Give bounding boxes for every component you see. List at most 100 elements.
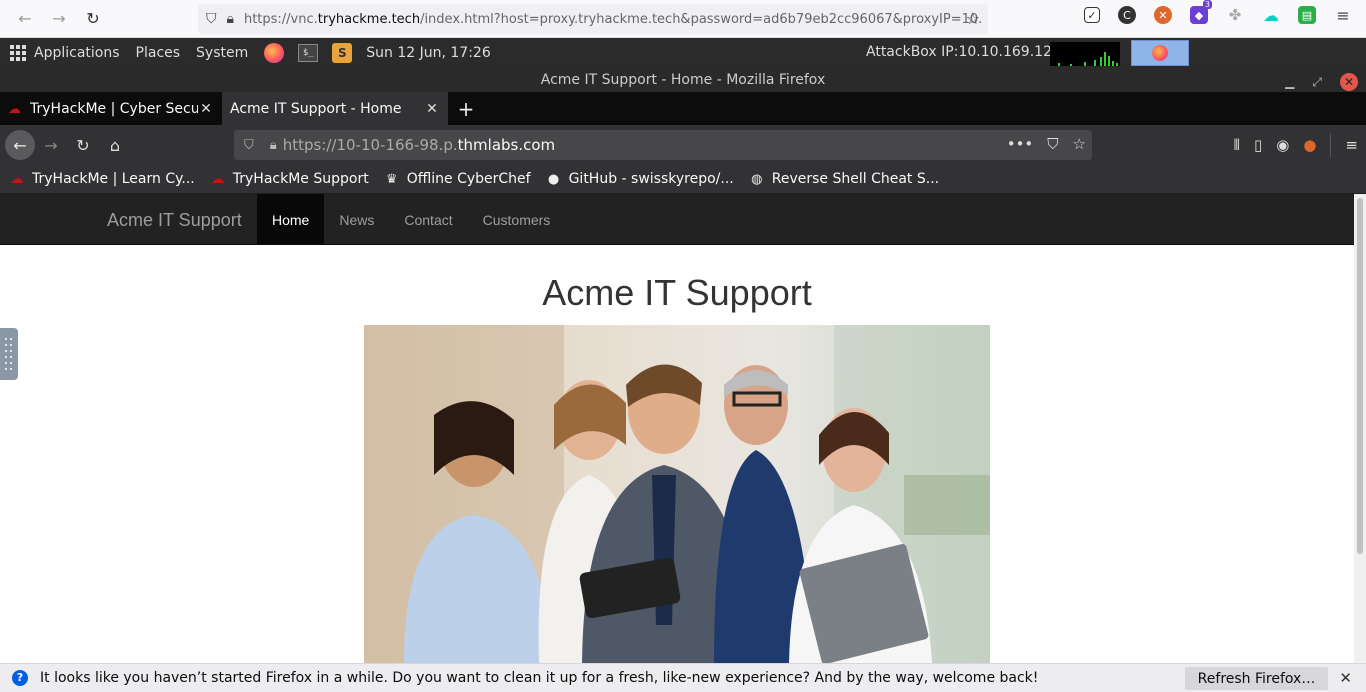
globe-icon: ◍ <box>751 171 763 187</box>
foxyproxy-icon[interactable]: ✕ <box>1154 6 1172 24</box>
host-browser-toolbar: ← → ↻ ⛉ 🔒︎ https://vnc. tryhackme.tech/in… <box>0 0 1366 38</box>
refresh-firefox-button[interactable]: Refresh Firefox… <box>1185 667 1328 690</box>
tryhackme-icon: ☁ <box>8 101 21 117</box>
forward-button[interactable]: → <box>35 130 67 160</box>
sidebar-icon[interactable]: ▯ <box>1254 136 1262 154</box>
places-menu[interactable]: Places <box>136 45 181 61</box>
bookmark-item[interactable]: ☁ TryHackMe Support <box>209 171 369 187</box>
bookmark-label: Offline CyberChef <box>406 171 531 187</box>
applications-grid-icon <box>10 45 26 61</box>
foxyproxy-icon[interactable]: ● <box>1303 136 1316 154</box>
applications-menu[interactable]: Applications <box>34 45 120 61</box>
host-url-host: tryhackme.tech <box>317 11 421 27</box>
host-url-rest: /index.html?host=proxy.tryhackme.tech&pa… <box>420 11 983 27</box>
bookmark-item[interactable]: ☁ TryHackMe | Learn Cy... <box>8 171 195 187</box>
taskbar-firefox-window[interactable] <box>1131 40 1189 66</box>
close-window-icon[interactable]: ✕ <box>1340 73 1358 91</box>
web-page: Acme IT Support Home News Contact Custom… <box>0 194 1354 663</box>
maximize-icon[interactable]: ⤢ <box>1312 70 1322 94</box>
team-photo <box>364 325 990 663</box>
chef-hat-icon: ♛ <box>385 171 398 187</box>
bookmark-label: GitHub - swisskyrepo/... <box>568 171 734 187</box>
tab-title: TryHackMe | Cyber Security Training <box>30 100 198 117</box>
close-tab-icon[interactable]: ✕ <box>424 101 440 117</box>
bookmark-label: Reverse Shell Cheat S... <box>771 171 940 187</box>
team-photo-illustration <box>364 325 990 663</box>
sublime-text-icon: S <box>332 43 353 63</box>
window-title: Acme IT Support - Home - Mozilla Firefox <box>540 72 826 88</box>
bookmark-star-icon[interactable]: ☆ <box>966 9 980 28</box>
lock-icon: 🔒︎ <box>226 11 234 27</box>
toolbar-separator <box>1330 133 1332 157</box>
menu-icon[interactable]: ≡ <box>1334 6 1352 25</box>
bookmark-star-icon[interactable]: ☆ <box>1073 135 1086 153</box>
bookmarks-toolbar: ☁ TryHackMe | Learn Cy... ☁ TryHackMe Supp… <box>0 165 1366 194</box>
bookmark-label: TryHackMe | Learn Cy... <box>32 171 195 187</box>
tab-tryhackme[interactable]: ☁ TryHackMe | Cyber Security Training ✕ <box>0 92 222 125</box>
green-extension-icon[interactable]: ▤ <box>1298 6 1316 24</box>
home-button[interactable]: ⌂ <box>99 130 131 160</box>
library-icon[interactable]: ⫴ <box>1234 136 1240 154</box>
new-tab-button[interactable]: + <box>448 92 484 125</box>
bookmark-label: TryHackMe Support <box>232 171 369 187</box>
close-tab-icon[interactable]: ✕ <box>198 101 214 117</box>
nav-link-news[interactable]: News <box>324 194 389 245</box>
page-actions-icon[interactable]: ••• <box>1007 135 1034 153</box>
host-back-button[interactable]: ← <box>8 4 42 34</box>
tryhackme-icon: ☁ <box>10 171 24 187</box>
terminal-icon: $_ <box>298 44 319 62</box>
hamburger-menu-icon[interactable]: ≡ <box>1345 136 1358 154</box>
site-navbar: Acme IT Support Home News Contact Custom… <box>0 194 1354 245</box>
bookmark-item[interactable]: ◍ Reverse Shell Cheat S... <box>748 171 939 187</box>
close-icon[interactable]: ✕ <box>1339 669 1352 687</box>
nav-link-customers[interactable]: Customers <box>468 194 566 245</box>
clock[interactable]: Sun 12 Jun, 17:26 <box>366 45 490 61</box>
tab-acme-home[interactable]: Acme IT Support - Home ✕ <box>222 92 448 125</box>
terminal-launcher[interactable]: $_ <box>298 44 319 62</box>
notification-bar: ? It looks like you haven’t started Fire… <box>0 663 1366 692</box>
extension-badge-icon[interactable]: 3 ◆ <box>1190 0 1212 24</box>
reload-button[interactable]: ↻ <box>67 130 99 160</box>
extension-badge-count: 3 <box>1202 0 1212 9</box>
bookmark-item[interactable]: ♛ Offline CyberChef <box>383 171 531 187</box>
scrollbar-thumb[interactable] <box>1357 198 1363 554</box>
github-icon: ● <box>547 171 560 187</box>
host-url-prefix: https://vnc. <box>243 11 318 27</box>
nav-link-contact[interactable]: Contact <box>389 194 467 245</box>
help-icon: ? <box>12 670 28 686</box>
desktop-panel: Applications Places System $_ S Sun 12 J… <box>0 38 1366 68</box>
window-titlebar: Acme IT Support - Home - Mozilla Firefox… <box>0 68 1366 92</box>
firefox-launcher[interactable] <box>264 43 285 63</box>
url-prefix: https://10-10-166-98.p. <box>282 136 458 154</box>
tryhackme-icon: ☁ <box>211 171 225 187</box>
site-brand[interactable]: Acme IT Support <box>107 210 242 231</box>
page-heading: Acme IT Support <box>542 272 812 313</box>
url-bar[interactable]: ⛉ 🔒︎ https://10-10-166-98.p. thmlabs.com … <box>234 130 1092 160</box>
system-monitor-graph <box>1050 42 1120 66</box>
pocket-icon[interactable]: ✓ <box>1084 7 1100 23</box>
bookmark-item[interactable]: ● GitHub - swisskyrepo/... <box>545 171 734 187</box>
firefox-icon <box>264 43 285 63</box>
c-extension-icon[interactable]: C <box>1118 6 1136 24</box>
cloud-icon[interactable]: ☁ <box>1262 6 1280 25</box>
pocket-icon[interactable]: ⛉ <box>1047 135 1058 153</box>
nav-link-home[interactable]: Home <box>257 194 325 245</box>
vnc-side-handle[interactable] <box>0 328 18 380</box>
host-forward-button[interactable]: → <box>42 4 76 34</box>
tab-strip: ☁ TryHackMe | Cyber Security Training ✕ … <box>0 92 1366 125</box>
nav-toolbar: ← → ↻ ⌂ ⛉ 🔒︎ https://10-10-166-98.p. thml… <box>0 125 1366 165</box>
system-menu[interactable]: System <box>196 45 248 61</box>
sublime-launcher[interactable]: S <box>332 43 353 63</box>
minimize-icon[interactable]: ▁ <box>1285 70 1294 94</box>
lock-icon: 🔒︎ <box>269 137 277 153</box>
shield-icon: ⛉ <box>206 11 217 27</box>
back-button[interactable]: ← <box>5 130 35 160</box>
puzzle-icon[interactable]: ✤ <box>1226 6 1244 24</box>
attackbox-ip: AttackBox IP:10.10.169.122 <box>866 44 1061 60</box>
account-icon[interactable]: ◉ <box>1276 136 1289 154</box>
host-reload-button[interactable]: ↻ <box>76 4 110 34</box>
tab-title: Acme IT Support - Home <box>230 100 402 117</box>
url-host: thmlabs.com <box>457 136 556 154</box>
host-url-bar[interactable]: ⛉ 🔒︎ https://vnc. tryhackme.tech/index.ht… <box>198 4 988 34</box>
page-scrollbar[interactable] <box>1354 194 1366 663</box>
